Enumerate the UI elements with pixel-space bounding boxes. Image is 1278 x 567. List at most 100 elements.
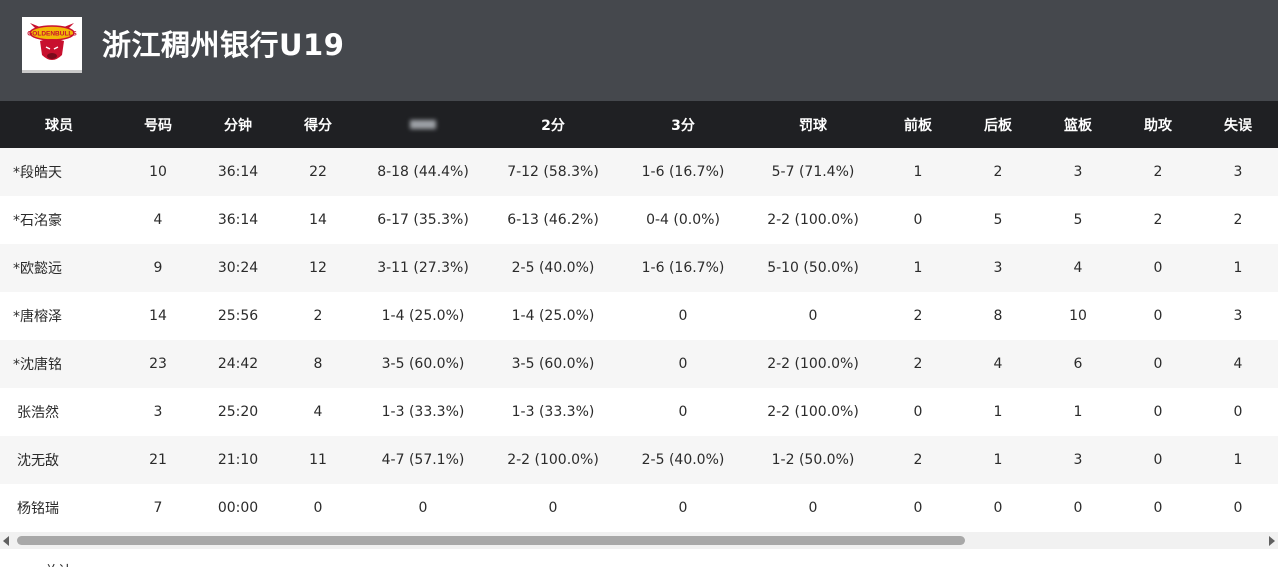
player-two-pointers: 6-13 (46.2%) [507, 212, 599, 228]
player-number: 3 [153, 404, 163, 420]
col-header-turnovers[interactable]: 失误 [1198, 101, 1278, 148]
player-two-pointers: 1-4 (25.0%) [511, 308, 595, 324]
player-free-throws: 5-7 (71.4%) [771, 164, 855, 180]
player-name[interactable]: *段皓天 [0, 148, 118, 196]
player-minutes: 36:14 [217, 164, 259, 180]
player-number: 9 [153, 260, 163, 276]
player-name[interactable]: 沈无敌 [0, 436, 118, 484]
player-rebounds: 10 [1069, 308, 1087, 324]
col-header-assists[interactable]: 助攻 [1118, 101, 1198, 148]
player-assists: 0 [1153, 452, 1163, 468]
player-name[interactable]: 张浩然 [0, 388, 118, 436]
player-name[interactable]: *沈唐铭 [0, 340, 118, 388]
player-three-pointers: 1-6 (16.7%) [641, 164, 725, 180]
player-minutes: 00:00 [217, 500, 259, 516]
player-turnovers: 1 [1233, 452, 1243, 468]
col-header-free-throws[interactable]: 罚球 [748, 101, 878, 148]
player-number: 21 [149, 452, 167, 468]
col-header-offensive-rebounds[interactable]: 前板 [878, 101, 958, 148]
player-field-goals: 8-18 (44.4%) [377, 164, 469, 180]
player-two-pointers: 1-3 (33.3%) [511, 404, 595, 420]
player-field-goals: 1-3 (33.3%) [381, 404, 465, 420]
col-header-player[interactable]: 球员 [0, 101, 118, 148]
table-row: 张浩然 3 25:20 4 1-3 (33.3%) 1-3 (33.3%) 0 … [0, 388, 1278, 436]
player-assists: 2 [1153, 212, 1163, 228]
player-two-pointers: 2-5 (40.0%) [511, 260, 595, 276]
player-three-pointers: 0 [678, 500, 688, 516]
player-defensive-rebounds: 5 [993, 212, 1003, 228]
scroll-left-arrow-icon[interactable] [3, 536, 9, 546]
col-header-minutes[interactable]: 分钟 [198, 101, 278, 148]
col-header-number[interactable]: 号码 [118, 101, 198, 148]
player-assists: 0 [1153, 356, 1163, 372]
col-header-rebounds[interactable]: 篮板 [1038, 101, 1118, 148]
scroll-right-arrow-icon[interactable] [1269, 536, 1275, 546]
table-row: 沈无敌 21 21:10 1 1 4-7 (57.1%) 2-2 (100.0%)… [0, 436, 1278, 484]
table-row: *沈唐铭 23 24:42 8 3-5 (60.0%) 3-5 (60.0%) … [0, 340, 1278, 388]
player-three-pointers: 0-4 (0.0%) [646, 212, 720, 228]
player-number: 10 [149, 164, 167, 180]
player-points: 12 [309, 260, 327, 276]
col-header-field-goals[interactable] [358, 101, 488, 148]
player-field-goals: 6-17 (35.3%) [377, 212, 469, 228]
player-minutes: 25:20 [217, 404, 259, 420]
player-minutes: 36:14 [217, 212, 259, 228]
table-row: *欧懿远 9 30:24 12 3-11 (27.3%) 2-5 (40.0%)… [0, 244, 1278, 292]
col-header-three-pointers[interactable]: 3分 [618, 101, 748, 148]
player-three-pointers: 0 [678, 308, 688, 324]
player-field-goals: 4-7 (57.1%) [381, 452, 465, 468]
player-points: 8 [313, 356, 323, 372]
player-three-pointers: 0 [678, 356, 688, 372]
player-field-goals: 3-5 (60.0%) [381, 356, 465, 372]
player-offensive-rebounds: 2 [913, 356, 923, 372]
player-name[interactable]: *石洺豪 [0, 196, 118, 244]
player-points: 4 [313, 404, 323, 420]
player-turnovers: 0 [1233, 500, 1243, 516]
table-row: 杨铭瑞 7 00:00 0 0 0 0 0 0 0 0 0 0 [0, 484, 1278, 532]
player-free-throws: 2-2 (100.0%) [767, 212, 859, 228]
player-turnovers: 3 [1233, 164, 1243, 180]
player-turnovers: 1 [1233, 260, 1243, 276]
totals-label: 总计 [44, 561, 72, 567]
table-row: *石洺豪 4 36:14 14 6-17 (35.3%) 6-13 (46.2%… [0, 196, 1278, 244]
player-two-pointers: 2-2 (100.0%) [507, 452, 599, 468]
player-assists: 0 [1153, 308, 1163, 324]
player-free-throws: 5-10 (50.0%) [767, 260, 859, 276]
player-number: 4 [153, 212, 163, 228]
player-offensive-rebounds: 0 [913, 500, 923, 516]
player-number: 14 [149, 308, 167, 324]
player-free-throws: 2-2 (100.0%) [767, 356, 859, 372]
player-name[interactable]: 杨铭瑞 [0, 484, 118, 532]
player-field-goals: 1-4 (25.0%) [381, 308, 465, 324]
player-assists: 0 [1153, 500, 1163, 516]
player-minutes: 21:10 [217, 452, 259, 468]
player-rebounds: 3 [1073, 452, 1083, 468]
boxscore-table-container[interactable]: 球员 号码 分钟 得分 2分 3分 罚球 前板 后板 篮板 助攻 失误 *段皓天… [0, 101, 1278, 567]
col-header-defensive-rebounds[interactable]: 后板 [958, 101, 1038, 148]
horizontal-scrollbar[interactable] [0, 532, 1278, 549]
player-offensive-rebounds: 2 [913, 452, 923, 468]
player-offensive-rebounds: 1 [913, 260, 923, 276]
player-points: 0 [313, 500, 323, 516]
player-points: 22 [309, 164, 327, 180]
bull-logo-icon: GOLDENBULLS [27, 22, 77, 60]
table-header-row: 球员 号码 分钟 得分 2分 3分 罚球 前板 后板 篮板 助攻 失误 [0, 101, 1278, 148]
player-name[interactable]: *欧懿远 [0, 244, 118, 292]
team-header: GOLDENBULLS 浙江稠州银行U19 [0, 0, 1278, 101]
player-minutes: 25:56 [217, 308, 259, 324]
col-header-two-pointers[interactable]: 2分 [488, 101, 618, 148]
player-rebounds: 1 [1073, 404, 1083, 420]
player-rebounds: 6 [1073, 356, 1083, 372]
player-defensive-rebounds: 1 [993, 452, 1003, 468]
scrollbar-thumb[interactable] [17, 536, 965, 545]
player-two-pointers: 0 [548, 500, 558, 516]
player-two-pointers: 7-12 (58.3%) [507, 164, 599, 180]
player-minutes: 30:24 [217, 260, 259, 276]
player-offensive-rebounds: 1 [913, 164, 923, 180]
player-offensive-rebounds: 0 [913, 212, 923, 228]
player-name[interactable]: *唐榕泽 [0, 292, 118, 340]
blurred-header-text [410, 120, 436, 129]
player-assists: 0 [1153, 260, 1163, 276]
col-header-points[interactable]: 得分 [278, 101, 358, 148]
player-defensive-rebounds: 0 [993, 500, 1003, 516]
